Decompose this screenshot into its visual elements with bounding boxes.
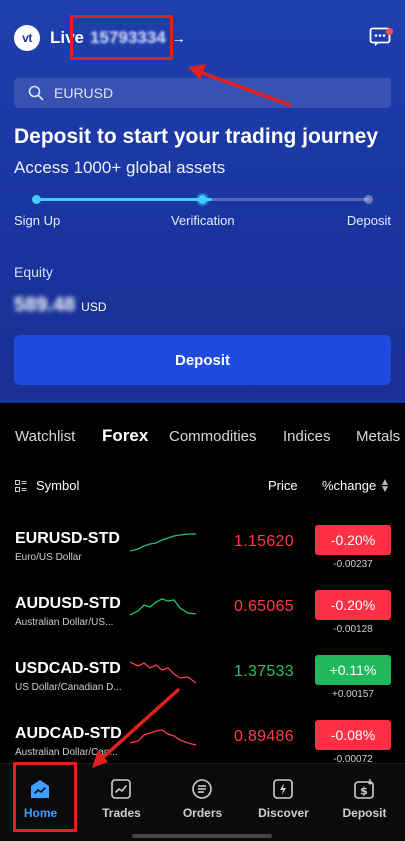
home-chart-icon [31,780,49,798]
home-indicator [132,834,272,838]
equity-amount: 589.48 [14,294,76,316]
sort-icon[interactable]: ▲ ▼ [380,478,390,495]
nav-orders[interactable]: Orders [162,764,243,841]
account-number: 15793334 [90,28,166,47]
change-absolute: +0.00157 [332,689,374,700]
change-absolute: -0.00237 [333,559,373,570]
trades-chart-icon [111,779,131,799]
quote-symbol: AUDUSD-STD [15,595,121,612]
nav-discover[interactable]: Discover [243,764,324,841]
column-change[interactable]: %change [322,478,376,493]
quote-description: US Dollar/Canadian D... [15,682,122,693]
search-icon [28,85,44,101]
sparkline [130,598,196,616]
change-badge: -0.20% [315,525,391,555]
quote-row[interactable]: USDCAD-STD US Dollar/Canadian D... 1.375… [0,655,405,724]
quote-row[interactable]: AUDUSD-STD Australian Dollar/US... 0.650… [0,590,405,659]
equity-value: 589.48 USD [14,294,107,317]
quote-price: 0.89486 [234,728,294,745]
progress-fill [36,198,213,201]
onboarding-progress: Sign Up Verification Deposit [14,192,391,232]
column-price: Price [268,478,298,493]
message-icon[interactable] [369,27,393,47]
svg-text:$: $ [360,785,368,798]
orders-list-icon [192,779,212,799]
step-label-verification: Verification [171,213,235,228]
onboarding-headline: Deposit to start your trading journey [14,125,379,148]
change-badge: -0.08% [315,720,391,750]
tab-indices[interactable]: Indices [283,428,331,445]
quote-row[interactable]: EURUSD-STD Euro/US Dollar 1.15620 -0.20%… [0,525,405,594]
step-dot-verification [198,195,207,204]
arrow-right-icon: → [171,30,186,46]
account-hero-panel: vt Live 15793334 → Deposit to start your… [0,0,405,403]
quote-symbol: USDCAD-STD [15,660,121,677]
quote-column-header: Symbol Price %change ▲ ▼ [0,476,405,496]
equity-currency: USD [81,300,107,314]
quote-symbol: AUDCAD-STD [15,725,122,742]
nav-label: Orders [182,806,223,820]
nav-deposit[interactable]: $ Deposit [324,764,405,841]
account-type: Live [50,28,85,47]
tab-watchlist[interactable]: Watchlist [15,428,75,445]
sparkline [130,661,196,684]
vt-logo: vt [14,25,40,51]
step-dot-deposit [364,195,373,204]
deposit-dollar-icon: $ [354,779,374,799]
market-tabs: Watchlist Forex Commodities Indices Meta… [0,426,405,452]
quote-description: Australian Dollar/Can... [15,747,118,758]
nav-label: Deposit [342,806,387,820]
search-bar[interactable] [14,78,391,108]
discover-bolt-icon [273,779,293,799]
notification-dot [386,28,393,35]
step-label-signup: Sign Up [14,213,61,228]
nav-home[interactable]: Home [0,764,81,841]
tab-commodities[interactable]: Commodities [169,428,257,445]
onboarding-subline: Access 1000+ global assets [14,158,226,177]
search-input[interactable] [54,85,354,101]
quote-price: 0.65065 [234,598,294,615]
quote-price: 1.37533 [234,663,294,680]
quote-symbol: EURUSD-STD [15,530,120,547]
step-label-deposit: Deposit [346,213,391,228]
quote-price: 1.15620 [234,533,294,550]
sparkline [130,533,196,552]
layout-grid-icon[interactable] [15,480,27,492]
quote-description: Australian Dollar/US... [15,617,114,628]
nav-label: Home [23,806,58,820]
step-dot-signup [32,195,41,204]
quote-description: Euro/US Dollar [15,552,82,563]
nav-label: Trades [102,806,141,820]
account-switcher[interactable]: Live 15793334 → [50,28,186,48]
tab-forex[interactable]: Forex [102,426,148,446]
sparkline [130,729,196,746]
nav-trades[interactable]: Trades [81,764,162,841]
deposit-button[interactable]: Deposit [14,335,391,385]
nav-label: Discover [258,806,309,820]
top-bar: vt Live 15793334 → [14,22,393,54]
equity-label: Equity [14,264,53,280]
column-symbol: Symbol [36,478,80,493]
change-badge: -0.20% [315,590,391,620]
change-absolute: -0.00128 [333,624,373,635]
tab-metals[interactable]: Metals [356,428,400,445]
bottom-nav: Home Trades Orders Discover $ Deposit [0,763,405,841]
change-badge: +0.11% [315,655,391,685]
